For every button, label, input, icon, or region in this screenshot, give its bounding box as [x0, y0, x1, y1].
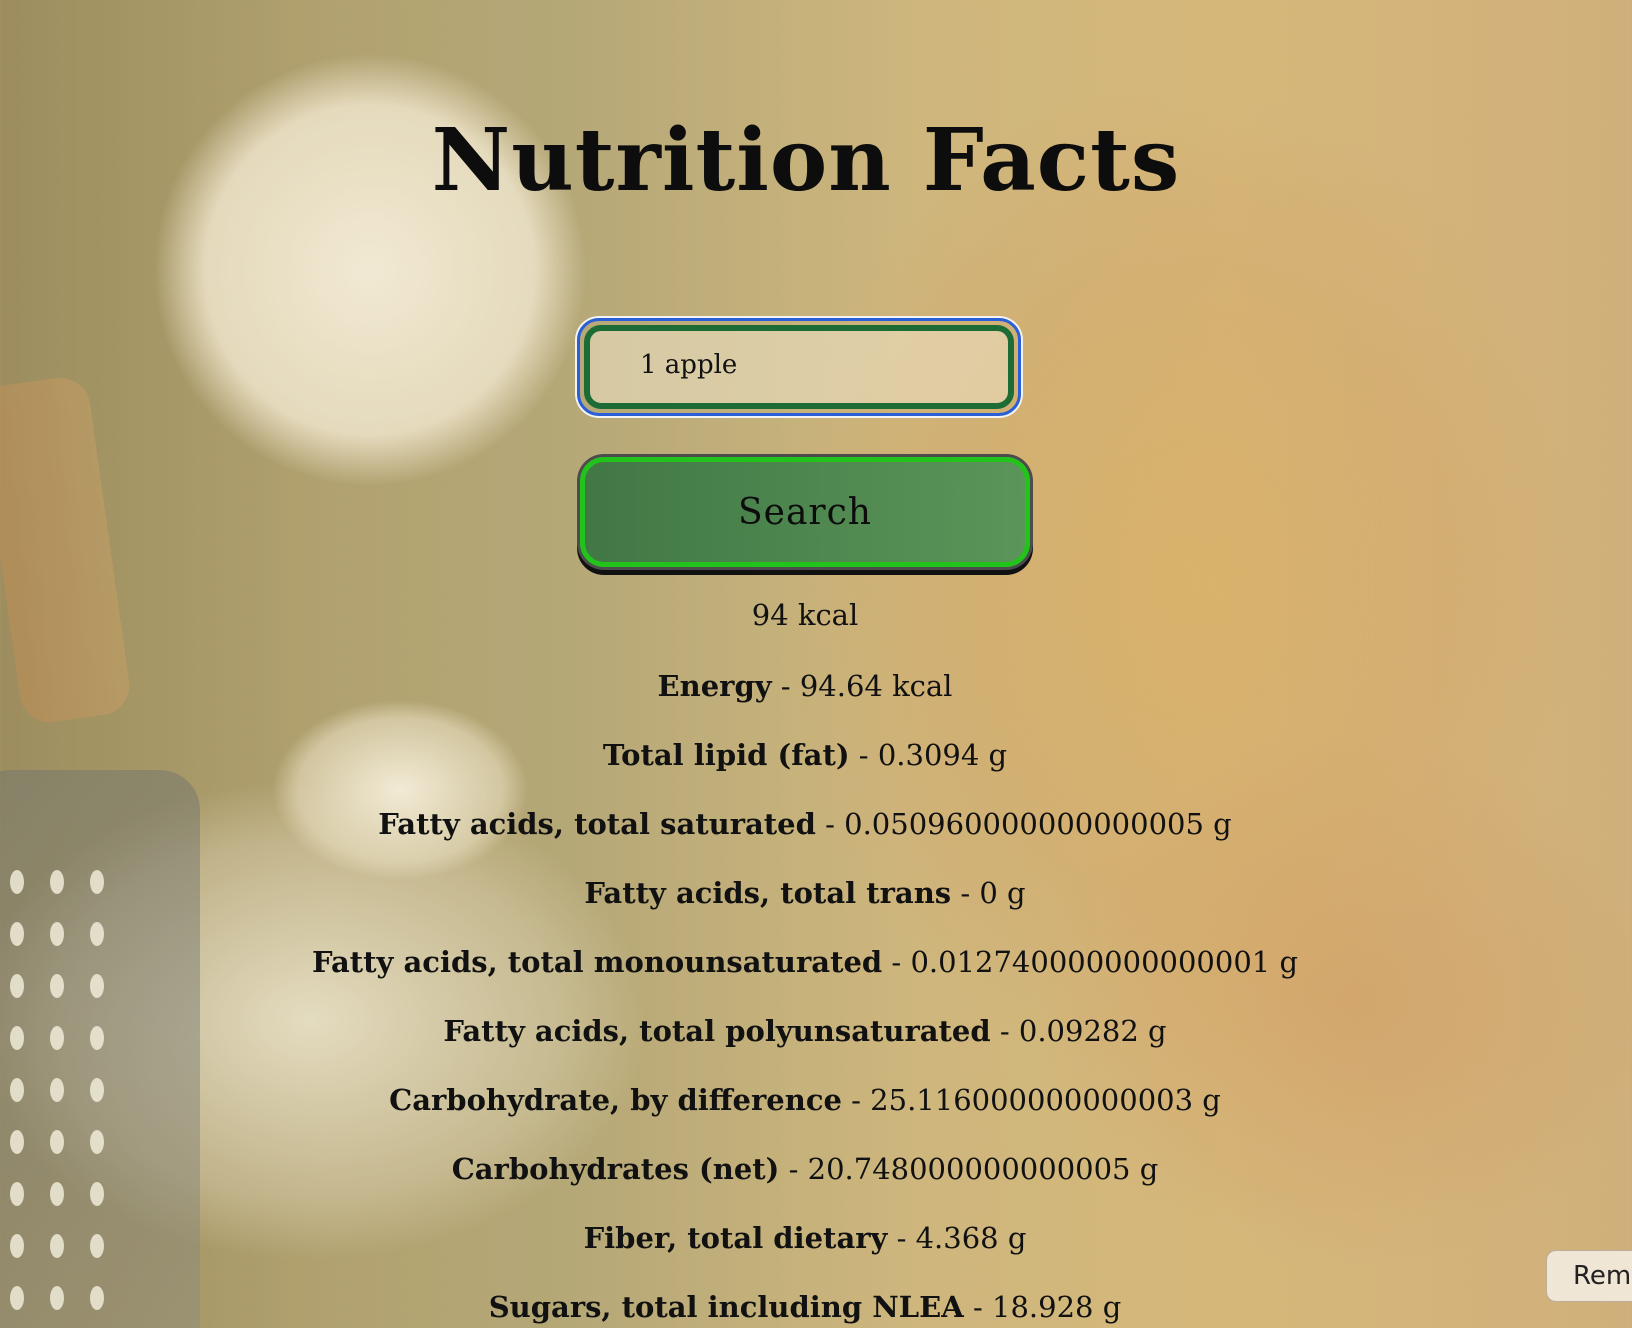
nutrient-name: Fiber, total dietary [583, 1221, 888, 1255]
nutrient-name: Fatty acids, total monounsaturated [311, 945, 883, 979]
nutrient-name: Carbohydrates (net) [451, 1152, 780, 1186]
nutrient-value: - 20.748000000000005 g [779, 1152, 1159, 1186]
calories-summary: 94 kcal [751, 598, 859, 632]
nutrient-item: Fatty acids, total polyunsaturated - 0.0… [0, 1009, 1610, 1078]
nutrient-item: Fatty acids, total trans - 0 g [0, 871, 1610, 940]
nutrient-value: - 0.09282 g [990, 1014, 1167, 1048]
nutrient-item: Carbohydrate, by difference - 25.1160000… [0, 1078, 1610, 1147]
nutrient-item: Fatty acids, total saturated - 0.0509600… [0, 802, 1610, 871]
nutrient-name: Fatty acids, total polyunsaturated [443, 1014, 991, 1048]
nutrient-value: - 25.116000000000003 g [841, 1083, 1221, 1117]
nutrient-value: - 18.928 g [963, 1290, 1122, 1324]
corner-tab-button[interactable]: Remi [1546, 1250, 1632, 1302]
nutrient-item: Fiber, total dietary - 4.368 g [0, 1216, 1610, 1285]
nutrient-name: Total lipid (fat) [602, 738, 850, 772]
nutrient-item: Fatty acids, total monounsaturated - 0.0… [0, 940, 1610, 1009]
nutrient-value: - 94.64 kcal [771, 669, 953, 703]
search-field-wrapper [577, 318, 1021, 416]
nutrient-item: Carbohydrates (net) - 20.748000000000005… [0, 1147, 1610, 1216]
search-button[interactable]: Search [580, 457, 1030, 567]
page-title: Nutrition Facts [431, 110, 1181, 211]
nutrient-item: Energy - 94.64 kcal [0, 664, 1610, 733]
nutrient-list: Energy - 94.64 kcal Total lipid (fat) - … [0, 664, 1610, 1328]
nutrient-value: - 4.368 g [887, 1221, 1027, 1255]
nutrient-item: Total lipid (fat) - 0.3094 g [0, 733, 1610, 802]
nutrient-name: Sugars, total including NLEA [488, 1290, 964, 1324]
nutrient-name: Energy [657, 669, 772, 703]
nutrient-item: Sugars, total including NLEA - 18.928 g [0, 1285, 1610, 1328]
nutrient-name: Fatty acids, total saturated [378, 807, 816, 841]
nutrient-name: Fatty acids, total trans [584, 876, 952, 910]
nutrient-name: Carbohydrate, by difference [389, 1083, 842, 1117]
nutrient-value: - 0 g [951, 876, 1026, 910]
nutrient-value: - 0.012740000000000001 g [882, 945, 1299, 979]
nutrient-value: - 0.3094 g [849, 738, 1008, 772]
nutrient-value: - 0.050960000000000005 g [815, 807, 1232, 841]
search-input[interactable] [584, 325, 1014, 409]
